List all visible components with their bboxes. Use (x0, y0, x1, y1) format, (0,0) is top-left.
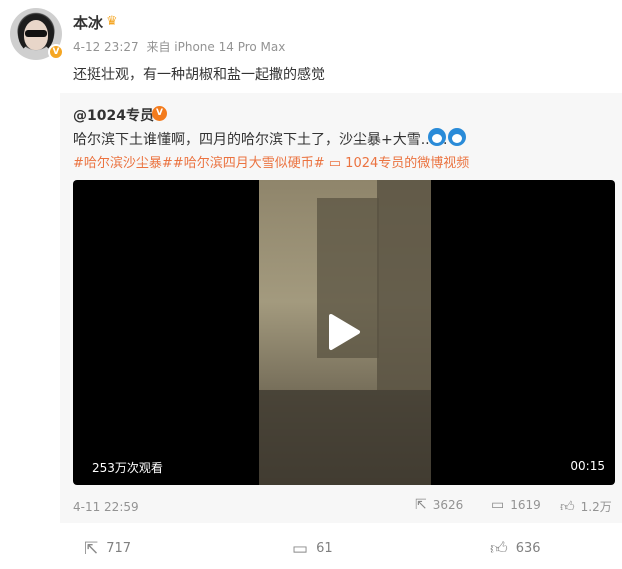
video-link-label: 1024专员的微博视频 (345, 156, 470, 171)
repost-share-count: 3626 (432, 498, 464, 512)
doraemon-emoji-icon (448, 128, 466, 146)
like-icon: 👍︎ (490, 538, 508, 559)
like-count: 636 (515, 541, 541, 556)
post-username[interactable]: 本冰 (73, 12, 103, 33)
like-icon: 👍︎ (560, 498, 575, 515)
comment-icon: ▭ (292, 538, 309, 559)
comment-count: 61 (316, 541, 333, 556)
hashtag-link[interactable]: #哈尔滨沙尘暴# (73, 156, 173, 171)
repost-like-button[interactable]: 👍︎ 1.2万 (560, 498, 612, 515)
repost-username[interactable]: @1024专员 (73, 105, 154, 125)
comment-icon: ▭ (491, 497, 505, 513)
repost-comment-count: 1619 (510, 498, 541, 512)
repost-date[interactable]: 4-11 22:59 (73, 500, 139, 514)
hashtag-link[interactable]: #哈尔滨四月大雪似硬币# (173, 156, 325, 171)
repost-text: 哈尔滨下土谁懂啊，四月的哈尔滨下土了，沙尘暴+大雪...... (73, 132, 448, 148)
post-timestamp[interactable]: 4-12 23:27 (73, 40, 139, 54)
post-meta: 4-12 23:27 来自 iPhone 14 Pro Max (73, 38, 285, 55)
doraemon-emoji-icon (428, 128, 446, 146)
video-player[interactable]: 253万次观看 00:15 (73, 180, 615, 485)
repost-card: @1024专员 V 哈尔滨下土谁懂啊，四月的哈尔滨下土了，沙尘暴+大雪.....… (60, 93, 622, 523)
avatar-glasses (25, 30, 47, 37)
share-icon: ⇱ (415, 497, 427, 513)
repost-comment-button[interactable]: ▭ 1619 (491, 498, 541, 512)
share-button[interactable]: ⇱ 717 (84, 538, 132, 559)
repost-share-button[interactable]: ⇱ 3626 (415, 498, 463, 512)
video-views: 253万次观看 (92, 461, 163, 475)
video-duration: 00:15 (570, 459, 605, 473)
play-icon[interactable] (327, 313, 361, 351)
video-link[interactable]: ▭ 1024专员的微博视频 (329, 156, 470, 171)
repost-tags: #哈尔滨沙尘暴##哈尔滨四月大雪似硬币# ▭ 1024专员的微博视频 (73, 152, 469, 171)
like-button[interactable]: 👍︎ 636 (490, 538, 541, 559)
comment-button[interactable]: ▭ 61 (292, 538, 333, 559)
post-text: 还挺壮观，有一种胡椒和盐一起撒的感觉 (73, 67, 325, 83)
post-source: 来自 iPhone 14 Pro Max (146, 40, 286, 54)
verified-icon: V (152, 106, 167, 121)
share-count: 717 (106, 541, 132, 556)
crown-icon: ♛ (106, 14, 118, 29)
video-link-icon: ▭ (328, 156, 342, 171)
repost-like-count: 1.2万 (580, 500, 612, 514)
verified-icon: V (48, 44, 64, 60)
share-icon: ⇱ (84, 538, 99, 559)
